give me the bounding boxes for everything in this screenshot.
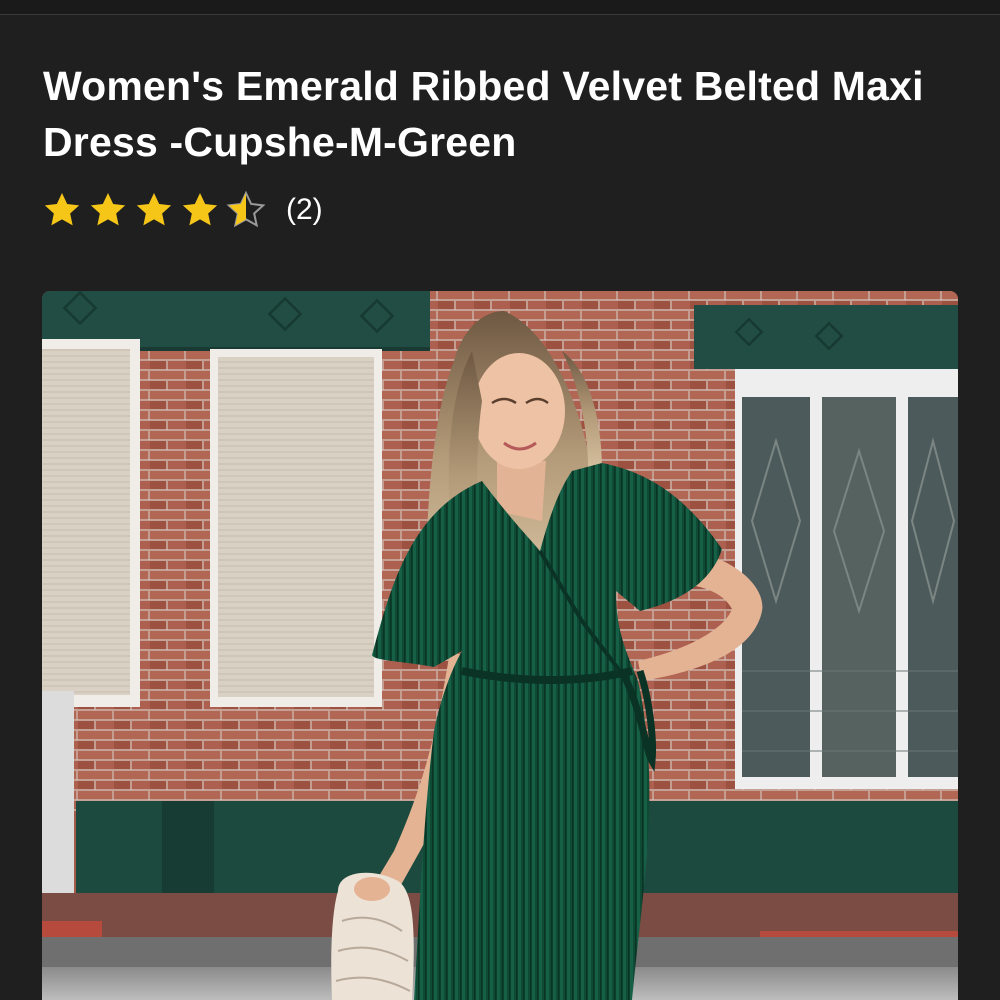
star-rating xyxy=(42,190,272,230)
product-photo xyxy=(42,291,958,1000)
product-image[interactable] xyxy=(42,291,958,1000)
star-full-icon xyxy=(90,193,126,226)
rating-row[interactable]: (2) xyxy=(42,190,323,230)
star-full-icon xyxy=(136,193,172,226)
review-count[interactable]: (2) xyxy=(286,190,323,230)
star-full-icon xyxy=(44,193,80,226)
top-bar xyxy=(0,0,1000,15)
product-title: Women's Emerald Ribbed Velvet Belted Max… xyxy=(43,63,924,165)
star-half-icon xyxy=(226,190,266,228)
star-full-icon xyxy=(182,193,218,226)
